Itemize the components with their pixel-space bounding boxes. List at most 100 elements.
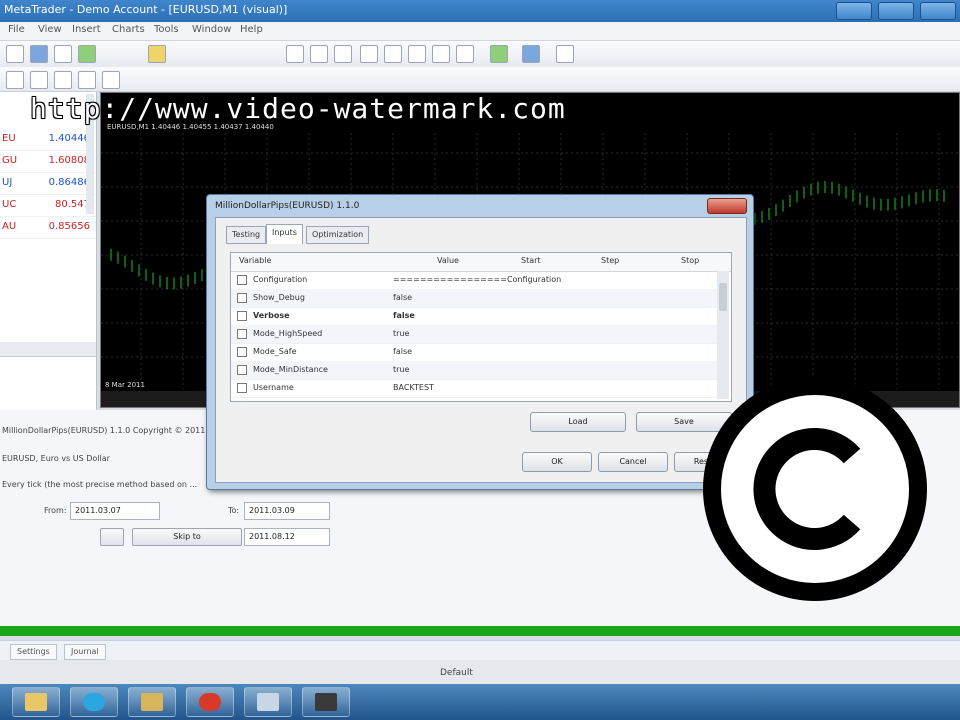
chart-shift-icon[interactable]	[456, 45, 474, 63]
market-watch-row[interactable]: GU 1.60808	[0, 150, 96, 173]
status-profile: Default	[440, 668, 473, 678]
autoscroll-icon[interactable]	[432, 45, 450, 63]
market-watch-row[interactable]: UC 80.547	[0, 194, 96, 217]
horizontal-line-icon[interactable]	[78, 71, 96, 89]
indicators-icon[interactable]	[490, 45, 508, 63]
market-watch-row[interactable]: EU 1.40446	[0, 128, 96, 151]
bar-chart-icon[interactable]	[286, 45, 304, 63]
taskbar-folder[interactable]	[128, 687, 176, 717]
row-checkbox[interactable]	[237, 383, 247, 393]
taskbar-notepad[interactable]	[244, 687, 292, 717]
from-date-field[interactable]: 2011.03.07	[70, 502, 160, 520]
column-stop: Stop	[681, 256, 700, 265]
table-row[interactable]: Mode_MinDistance true	[231, 361, 717, 380]
param-value[interactable]: true	[393, 329, 409, 338]
cursor-icon[interactable]	[6, 71, 24, 89]
table-row[interactable]: Verbose false	[231, 307, 717, 326]
vertical-line-icon[interactable]	[54, 71, 72, 89]
market-watch-symbol: AU	[2, 221, 17, 232]
taskbar-explorer[interactable]	[12, 687, 60, 717]
profiles-icon[interactable]	[30, 45, 48, 63]
market-watch-price: 80.547	[55, 199, 90, 210]
row-checkbox[interactable]	[237, 275, 247, 285]
taskbar-app[interactable]	[186, 687, 234, 717]
market-watch-symbol: GU	[2, 155, 18, 166]
new-chart-icon[interactable]	[6, 45, 24, 63]
table-row[interactable]: Username BACKTEST	[231, 379, 717, 398]
menu-window[interactable]: Window	[192, 24, 231, 35]
skip-to-button[interactable]: Skip to	[132, 528, 242, 546]
market-watch-symbol: EU	[2, 133, 16, 144]
zoom-out-icon[interactable]	[384, 45, 402, 63]
market-watch-row[interactable]: UJ 0.86486	[0, 172, 96, 195]
taskbar-skype[interactable]	[70, 687, 118, 717]
minimize-button[interactable]	[836, 2, 872, 20]
param-name: Show_Debug	[253, 293, 305, 302]
menu-view[interactable]: View	[38, 24, 62, 35]
visual-checkbox[interactable]	[100, 528, 124, 546]
menu-file[interactable]: File	[8, 24, 25, 35]
tab-journal[interactable]: Journal	[64, 644, 106, 660]
dialog-close-button[interactable]	[707, 198, 747, 214]
candlestick-icon[interactable]	[310, 45, 328, 63]
menu-charts[interactable]: Charts	[112, 24, 145, 35]
row-checkbox[interactable]	[237, 347, 247, 357]
column-start: Start	[521, 256, 541, 265]
param-value[interactable]: true	[393, 365, 409, 374]
tab-settings[interactable]: Settings	[10, 644, 57, 660]
param-value[interactable]: false	[393, 347, 412, 356]
market-watch-icon[interactable]	[54, 45, 72, 63]
scrollbar-thumb[interactable]	[719, 283, 727, 311]
tab-inputs[interactable]: Inputs	[266, 224, 303, 244]
skype-icon	[83, 693, 105, 711]
table-row[interactable]: Configuration =================Configura…	[231, 271, 717, 290]
chart-date-label: 8 Mar 2011	[105, 381, 145, 389]
tab-optimization[interactable]: Optimization	[306, 226, 370, 244]
skip-to-date-field[interactable]: 2011.08.12	[244, 528, 330, 546]
row-checkbox[interactable]	[237, 365, 247, 375]
tab-testing[interactable]: Testing	[226, 226, 267, 244]
table-row[interactable]: Show_Debug false	[231, 289, 717, 308]
param-value[interactable]: false	[393, 293, 412, 302]
table-row[interactable]: Mode_HighSpeed true	[231, 325, 717, 344]
param-value[interactable]: =================Configuration	[393, 275, 561, 284]
menu-help[interactable]: Help	[240, 24, 263, 35]
taskbar-metatrader[interactable]	[302, 687, 350, 717]
menu-insert[interactable]: Insert	[72, 24, 101, 35]
param-value[interactable]: false	[393, 311, 415, 320]
load-button[interactable]: Load	[530, 412, 626, 432]
zoom-in-icon[interactable]	[360, 45, 378, 63]
param-name: Configuration	[253, 275, 308, 284]
dialog-title: MillionDollarPips(EURUSD) 1.1.0	[215, 201, 360, 211]
windows-taskbar	[0, 684, 960, 720]
expert-properties-dialog: MillionDollarPips(EURUSD) 1.1.0 Testing …	[206, 194, 754, 490]
close-button[interactable]	[920, 2, 956, 20]
line-chart-icon[interactable]	[334, 45, 352, 63]
maximize-button[interactable]	[878, 2, 914, 20]
market-watch-price: 0.85656	[48, 221, 90, 232]
to-date-field[interactable]: 2011.03.09	[244, 502, 330, 520]
param-value[interactable]: BACKTEST	[393, 383, 434, 392]
ok-button[interactable]: OK	[522, 452, 592, 472]
column-value: Value	[437, 256, 459, 265]
new-order-icon[interactable]	[78, 45, 96, 63]
market-watch-row[interactable]: AU 0.85656	[0, 216, 96, 239]
status-bar	[0, 660, 960, 684]
cancel-button[interactable]: Cancel	[598, 452, 668, 472]
param-name: Mode_MinDistance	[253, 365, 328, 374]
market-watch-symbol: UC	[2, 199, 17, 210]
menu-tools[interactable]: Tools	[154, 24, 179, 35]
crosshair-icon[interactable]	[30, 71, 48, 89]
table-row[interactable]: Mode_Safe false	[231, 343, 717, 362]
column-step: Step	[601, 256, 620, 265]
row-checkbox[interactable]	[237, 293, 247, 303]
periods-icon[interactable]	[522, 45, 540, 63]
row-checkbox[interactable]	[237, 329, 247, 339]
trendline-icon[interactable]	[102, 71, 120, 89]
expert-advisors-icon[interactable]	[148, 45, 166, 63]
tester-tabs: Settings Journal	[0, 640, 960, 661]
tile-windows-icon[interactable]	[408, 45, 426, 63]
row-checkbox[interactable]	[237, 311, 247, 321]
templates-icon[interactable]	[556, 45, 574, 63]
test-progress-bar	[0, 626, 960, 636]
